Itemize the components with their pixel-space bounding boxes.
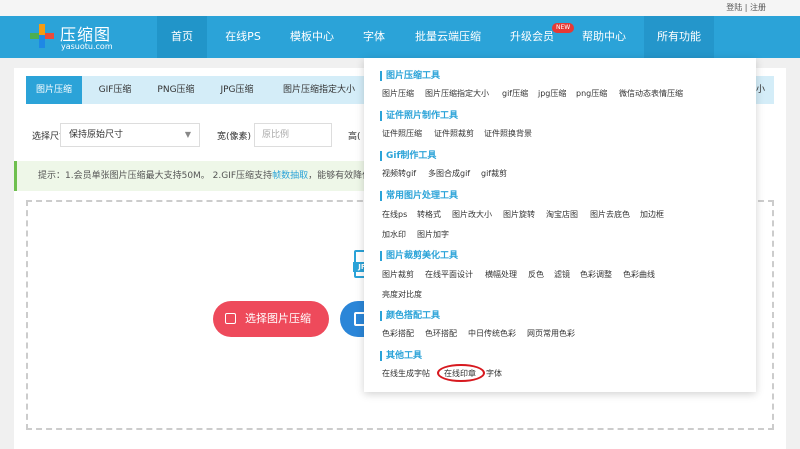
menu-link-remove-bg[interactable]: 图片去底色	[590, 209, 630, 220]
notice-text: 提示：1.会员单张图片压缩最大支持50M。 2.GIF压缩支持	[38, 171, 273, 181]
menu-link-color-adjust[interactable]: 色彩调整	[580, 269, 612, 280]
nav-home[interactable]: 首页	[157, 16, 207, 58]
tab-gif-compress[interactable]: GIF压缩	[88, 76, 142, 104]
menu-link-id-compress[interactable]: 证件照压缩	[382, 128, 422, 139]
menu-link-banner[interactable]: 横幅处理	[485, 269, 517, 280]
site-logo[interactable]: 压缩图 yasuotu.com	[30, 22, 150, 54]
size-select[interactable]: 保持原始尺寸 ▼	[60, 123, 200, 147]
menu-link-wechat-sticker[interactable]: 微信动态表情压缩	[619, 88, 683, 99]
login-link[interactable]: 登陆	[726, 3, 742, 12]
width-input[interactable]: 原比例	[254, 123, 332, 147]
menu-link-jpg-compress[interactable]: jpg压缩	[538, 88, 566, 99]
section-color: 颜色搭配工具	[380, 310, 440, 322]
menu-link-gif-crop[interactable]: gif裁剪	[481, 168, 507, 179]
nav-batch-compress[interactable]: 批量云端压缩	[404, 16, 492, 58]
section-crop-beautify: 图片裁剪美化工具	[380, 250, 458, 262]
menu-link-taobao[interactable]: 淘宝店图	[546, 209, 578, 220]
menu-link-graphic-design[interactable]: 在线平面设计	[425, 269, 473, 280]
section-title: 图片裁剪美化工具	[380, 250, 458, 262]
tab-image-compress[interactable]: 图片压缩	[26, 76, 82, 104]
menu-link-png-compress[interactable]: png压缩	[576, 88, 607, 99]
all-functions-dropdown: 图片压缩工具 图片压缩 图片压缩指定大小 gif压缩 jpg压缩 png压缩 微…	[364, 58, 756, 392]
auth-separator: |	[742, 3, 750, 12]
nav-online-ps[interactable]: 在线PS	[212, 16, 274, 58]
highlight-circle	[437, 364, 485, 382]
menu-link-rotate[interactable]: 图片旋转	[503, 209, 535, 220]
section-id-photo: 证件照片制作工具	[380, 110, 458, 122]
height-label: 高(	[348, 132, 361, 142]
top-strip: 登陆 | 注册	[0, 0, 800, 16]
section-other: 其他工具	[380, 350, 422, 362]
menu-link-convert-format[interactable]: 转格式	[417, 209, 441, 220]
menu-link-compress-to-size[interactable]: 图片压缩指定大小	[425, 88, 489, 99]
notice-text-tail: ，能够有效降低	[308, 171, 364, 181]
menu-link-copybook[interactable]: 在线生成字帖	[382, 368, 430, 379]
tab-compress-to-size[interactable]: 图片压缩指定大小	[276, 76, 362, 104]
section-image-compress: 图片压缩工具	[380, 70, 440, 82]
section-title: 其他工具	[380, 350, 422, 362]
tip-notice: 提示：1.会员单张图片压缩最大支持50M。 2.GIF压缩支持帧数抽取，能够有效…	[14, 161, 364, 191]
section-title: 颜色搭配工具	[380, 310, 440, 322]
logo-cross-icon	[30, 24, 54, 48]
section-title: Gif制作工具	[380, 150, 436, 162]
nav-templates[interactable]: 模板中心	[280, 16, 344, 58]
nav-fonts[interactable]: 字体	[352, 16, 396, 58]
width-label: 宽(像素)	[217, 132, 252, 142]
menu-link-resize[interactable]: 图片改大小	[452, 209, 492, 220]
section-common: 常用图片处理工具	[380, 190, 458, 202]
menu-link-online-ps[interactable]: 在线ps	[382, 209, 407, 220]
menu-link-traditional-colors[interactable]: 中日传统色彩	[468, 328, 516, 339]
menu-link-id-background[interactable]: 证件照换背景	[484, 128, 532, 139]
nav-help[interactable]: 帮助中心	[572, 16, 636, 58]
register-link[interactable]: 注册	[750, 3, 766, 12]
section-title: 图片压缩工具	[380, 70, 440, 82]
section-gif: Gif制作工具	[380, 150, 436, 162]
menu-link-color-wheel[interactable]: 色环搭配	[425, 328, 457, 339]
image-icon	[225, 313, 236, 324]
menu-link-image-compress[interactable]: 图片压缩	[382, 88, 414, 99]
section-title: 常用图片处理工具	[380, 190, 458, 202]
menu-link-gif-compress[interactable]: gif压缩	[502, 88, 528, 99]
menu-link-id-crop[interactable]: 证件照裁剪	[434, 128, 474, 139]
select-image-label: 选择图片压缩	[245, 312, 311, 325]
size-select-value: 保持原始尺寸	[69, 130, 124, 140]
new-badge: NEW	[552, 23, 575, 33]
main-navbar: 压缩图 yasuotu.com 首页 在线PS 模板中心 字体 批量云端压缩 升…	[0, 16, 800, 58]
tab-png-compress[interactable]: PNG压缩	[148, 76, 204, 104]
nav-all-functions[interactable]: 所有功能	[644, 16, 714, 58]
menu-link-invert[interactable]: 反色	[528, 269, 544, 280]
menu-link-brightness[interactable]: 亮度对比度	[382, 289, 422, 300]
chevron-down-icon: ▼	[184, 130, 191, 139]
menu-link-add-border[interactable]: 加边框	[640, 209, 664, 220]
menu-link-web-colors[interactable]: 网页常用色彩	[527, 328, 575, 339]
auth-links: 登陆 | 注册	[726, 2, 766, 13]
menu-link-add-text[interactable]: 图片加字	[417, 229, 449, 240]
menu-link-video-to-gif[interactable]: 视频转gif	[382, 168, 416, 179]
menu-link-font[interactable]: 字体	[486, 368, 502, 379]
select-image-button[interactable]: 选择图片压缩	[213, 301, 329, 337]
menu-link-color-match[interactable]: 色彩搭配	[382, 328, 414, 339]
menu-link-filter[interactable]: 滤镜	[554, 269, 570, 280]
menu-link-merge-gif[interactable]: 多图合成gif	[428, 168, 470, 179]
section-title: 证件照片制作工具	[380, 110, 458, 122]
frame-extract-link[interactable]: 帧数抽取	[272, 171, 308, 181]
brand-domain: yasuotu.com	[61, 42, 113, 51]
menu-link-color-curve[interactable]: 色彩曲线	[623, 269, 655, 280]
menu-link-watermark[interactable]: 加水印	[382, 229, 406, 240]
tab-jpg-compress[interactable]: JPG压缩	[210, 76, 264, 104]
menu-link-crop[interactable]: 图片裁剪	[382, 269, 414, 280]
